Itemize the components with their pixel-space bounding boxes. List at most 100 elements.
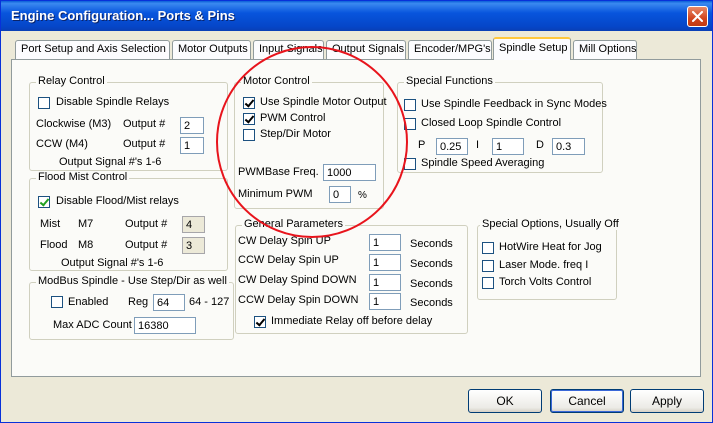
modbus-reg-range: 64 - 127 bbox=[189, 296, 230, 308]
general-parameters-legend: General Parameters bbox=[242, 218, 346, 230]
max-adc-label: Max ADC Count bbox=[53, 319, 132, 331]
disable-spindle-relays-checkbox[interactable] bbox=[38, 97, 50, 109]
ccw-output-label: Output # bbox=[123, 138, 166, 150]
d-label: D bbox=[536, 139, 544, 151]
clockwise-output-input[interactable] bbox=[180, 117, 204, 134]
flood-output-note: Output Signal #'s 1-6 bbox=[61, 257, 164, 269]
cw-spin-up-input[interactable] bbox=[369, 234, 401, 251]
cw-spin-up-seconds: Seconds bbox=[410, 238, 453, 250]
ccw-spin-up-label: CCW Delay Spin UP bbox=[238, 254, 339, 266]
d-input[interactable] bbox=[552, 138, 585, 155]
closed-loop-checkbox[interactable] bbox=[404, 118, 416, 130]
pwm-control-label: PWM Control bbox=[260, 112, 326, 124]
flood-mist-group: Flood Mist Control Disable Flood/Mist re… bbox=[29, 171, 228, 271]
flood-output-label: Output # bbox=[125, 239, 168, 251]
relay-output-note: Output Signal #'s 1-6 bbox=[59, 156, 162, 168]
spindle-setup-panel: Relay Control Disable Spindle Relays Clo… bbox=[11, 59, 701, 377]
pwm-base-freq-input[interactable] bbox=[323, 164, 376, 181]
speed-averaging-checkbox[interactable] bbox=[404, 158, 416, 170]
engine-config-window: Engine Configuration... Ports & Pins Por… bbox=[0, 0, 713, 423]
i-label: I bbox=[476, 139, 480, 151]
cw-spin-down-label: CW Delay Spind DOWN bbox=[238, 274, 357, 286]
use-spindle-motor-label: Use Spindle Motor Output bbox=[260, 96, 387, 108]
tab-output-signals[interactable]: Output Signals bbox=[326, 40, 406, 59]
pwm-base-freq-label: PWMBase Freq. bbox=[238, 166, 319, 178]
laser-mode-checkbox[interactable] bbox=[482, 260, 494, 272]
ccw-spin-down-input[interactable] bbox=[369, 293, 401, 310]
speed-averaging-label: Spindle Speed Averaging bbox=[421, 157, 545, 169]
i-input[interactable] bbox=[492, 138, 524, 155]
special-options-legend: Special Options, Usually Off bbox=[480, 218, 621, 230]
ccw-spin-down-seconds: Seconds bbox=[410, 297, 453, 309]
special-options-group: Special Options, Usually Off HotWire Hea… bbox=[477, 218, 621, 300]
flood-output-input[interactable] bbox=[182, 237, 205, 254]
modbus-enabled-label: Enabled bbox=[68, 296, 109, 308]
modbus-reg-label: Reg bbox=[128, 296, 149, 308]
ccw-spin-down-label: CCW Delay Spin DOWN bbox=[238, 294, 359, 306]
title-bar[interactable]: Engine Configuration... Ports & Pins bbox=[1, 1, 712, 31]
relay-control-group: Relay Control Disable Spindle Relays Clo… bbox=[29, 75, 228, 171]
hotwire-heat-checkbox[interactable] bbox=[482, 242, 494, 254]
disable-spindle-relays-label: Disable Spindle Relays bbox=[56, 96, 170, 108]
flood-label: Flood bbox=[40, 239, 68, 251]
hotwire-heat-label: HotWire Heat for Jog bbox=[499, 241, 602, 253]
mist-output-input[interactable] bbox=[182, 216, 205, 233]
minimum-pwm-input[interactable] bbox=[329, 186, 351, 203]
spindle-feedback-label: Use Spindle Feedback in Sync Modes bbox=[421, 98, 607, 110]
p-label: P bbox=[418, 139, 426, 151]
apply-button[interactable]: Apply bbox=[630, 389, 704, 413]
max-adc-input[interactable] bbox=[134, 317, 196, 334]
modbus-enabled-checkbox[interactable] bbox=[51, 296, 63, 308]
modbus-spindle-group: ModBus Spindle - Use Step/Dir as well En… bbox=[29, 275, 234, 340]
cancel-button[interactable]: Cancel bbox=[550, 389, 624, 413]
cw-spin-up-label: CW Delay Spin UP bbox=[238, 235, 331, 247]
immediate-relay-label: Immediate Relay off before delay bbox=[271, 315, 433, 327]
mist-output-label: Output # bbox=[125, 218, 168, 230]
tab-motor-outputs[interactable]: Motor Outputs bbox=[172, 40, 251, 59]
disable-flood-mist-label: Disable Flood/Mist relays bbox=[56, 195, 179, 207]
close-button[interactable] bbox=[687, 6, 708, 27]
ccw-output-input[interactable] bbox=[180, 137, 204, 154]
minimum-pwm-label: Minimum PWM bbox=[238, 188, 313, 200]
special-functions-group: Special Functions Use Spindle Feedback i… bbox=[397, 75, 607, 173]
close-icon bbox=[692, 11, 703, 22]
motor-control-legend: Motor Control bbox=[241, 75, 312, 87]
general-parameters-group: General Parameters CW Delay Spin UP Seco… bbox=[235, 218, 468, 334]
spindle-feedback-checkbox[interactable] bbox=[404, 99, 416, 111]
modbus-spindle-legend: ModBus Spindle - Use Step/Dir as well bbox=[36, 275, 229, 287]
cw-spin-down-seconds: Seconds bbox=[410, 278, 453, 290]
tab-mill-options[interactable]: Mill Options bbox=[573, 40, 637, 59]
tab-encoder-mpg[interactable]: Encoder/MPG's bbox=[408, 40, 492, 59]
tab-port-setup[interactable]: Port Setup and Axis Selection bbox=[15, 40, 170, 59]
flood-mist-legend: Flood Mist Control bbox=[36, 171, 130, 183]
tab-spindle-setup[interactable]: Spindle Setup bbox=[493, 37, 571, 60]
special-functions-legend: Special Functions bbox=[404, 75, 495, 87]
minimum-pwm-unit: % bbox=[358, 190, 367, 201]
p-input[interactable] bbox=[436, 138, 468, 155]
tab-input-signals[interactable]: Input Signals bbox=[253, 40, 324, 59]
laser-mode-label: Laser Mode. freq I bbox=[499, 259, 589, 271]
cw-spin-down-input[interactable] bbox=[369, 274, 401, 291]
mist-label: Mist bbox=[40, 218, 61, 230]
step-dir-motor-checkbox[interactable] bbox=[243, 129, 255, 141]
closed-loop-label: Closed Loop Spindle Control bbox=[421, 117, 562, 129]
mist-code: M7 bbox=[78, 218, 94, 230]
step-dir-motor-label: Step/Dir Motor bbox=[260, 128, 331, 140]
ccw-spin-up-seconds: Seconds bbox=[410, 258, 453, 270]
disable-flood-mist-checkbox[interactable] bbox=[38, 196, 50, 208]
ccw-label: CCW (M4) bbox=[36, 138, 88, 150]
ok-button[interactable]: OK bbox=[468, 389, 542, 413]
window-title: Engine Configuration... Ports & Pins bbox=[11, 8, 235, 23]
motor-control-group: Motor Control Use Spindle Motor Output P… bbox=[234, 75, 387, 209]
clockwise-label: Clockwise (M3) bbox=[36, 118, 112, 130]
clockwise-output-label: Output # bbox=[123, 118, 166, 130]
relay-control-legend: Relay Control bbox=[36, 75, 107, 87]
torch-volts-checkbox[interactable] bbox=[482, 277, 494, 289]
modbus-reg-input[interactable] bbox=[153, 294, 185, 311]
flood-code: M8 bbox=[78, 239, 94, 251]
immediate-relay-checkbox[interactable] bbox=[254, 316, 266, 328]
pwm-control-checkbox[interactable] bbox=[243, 113, 255, 125]
use-spindle-motor-checkbox[interactable] bbox=[243, 97, 255, 109]
torch-volts-label: Torch Volts Control bbox=[499, 276, 592, 288]
ccw-spin-up-input[interactable] bbox=[369, 254, 401, 271]
